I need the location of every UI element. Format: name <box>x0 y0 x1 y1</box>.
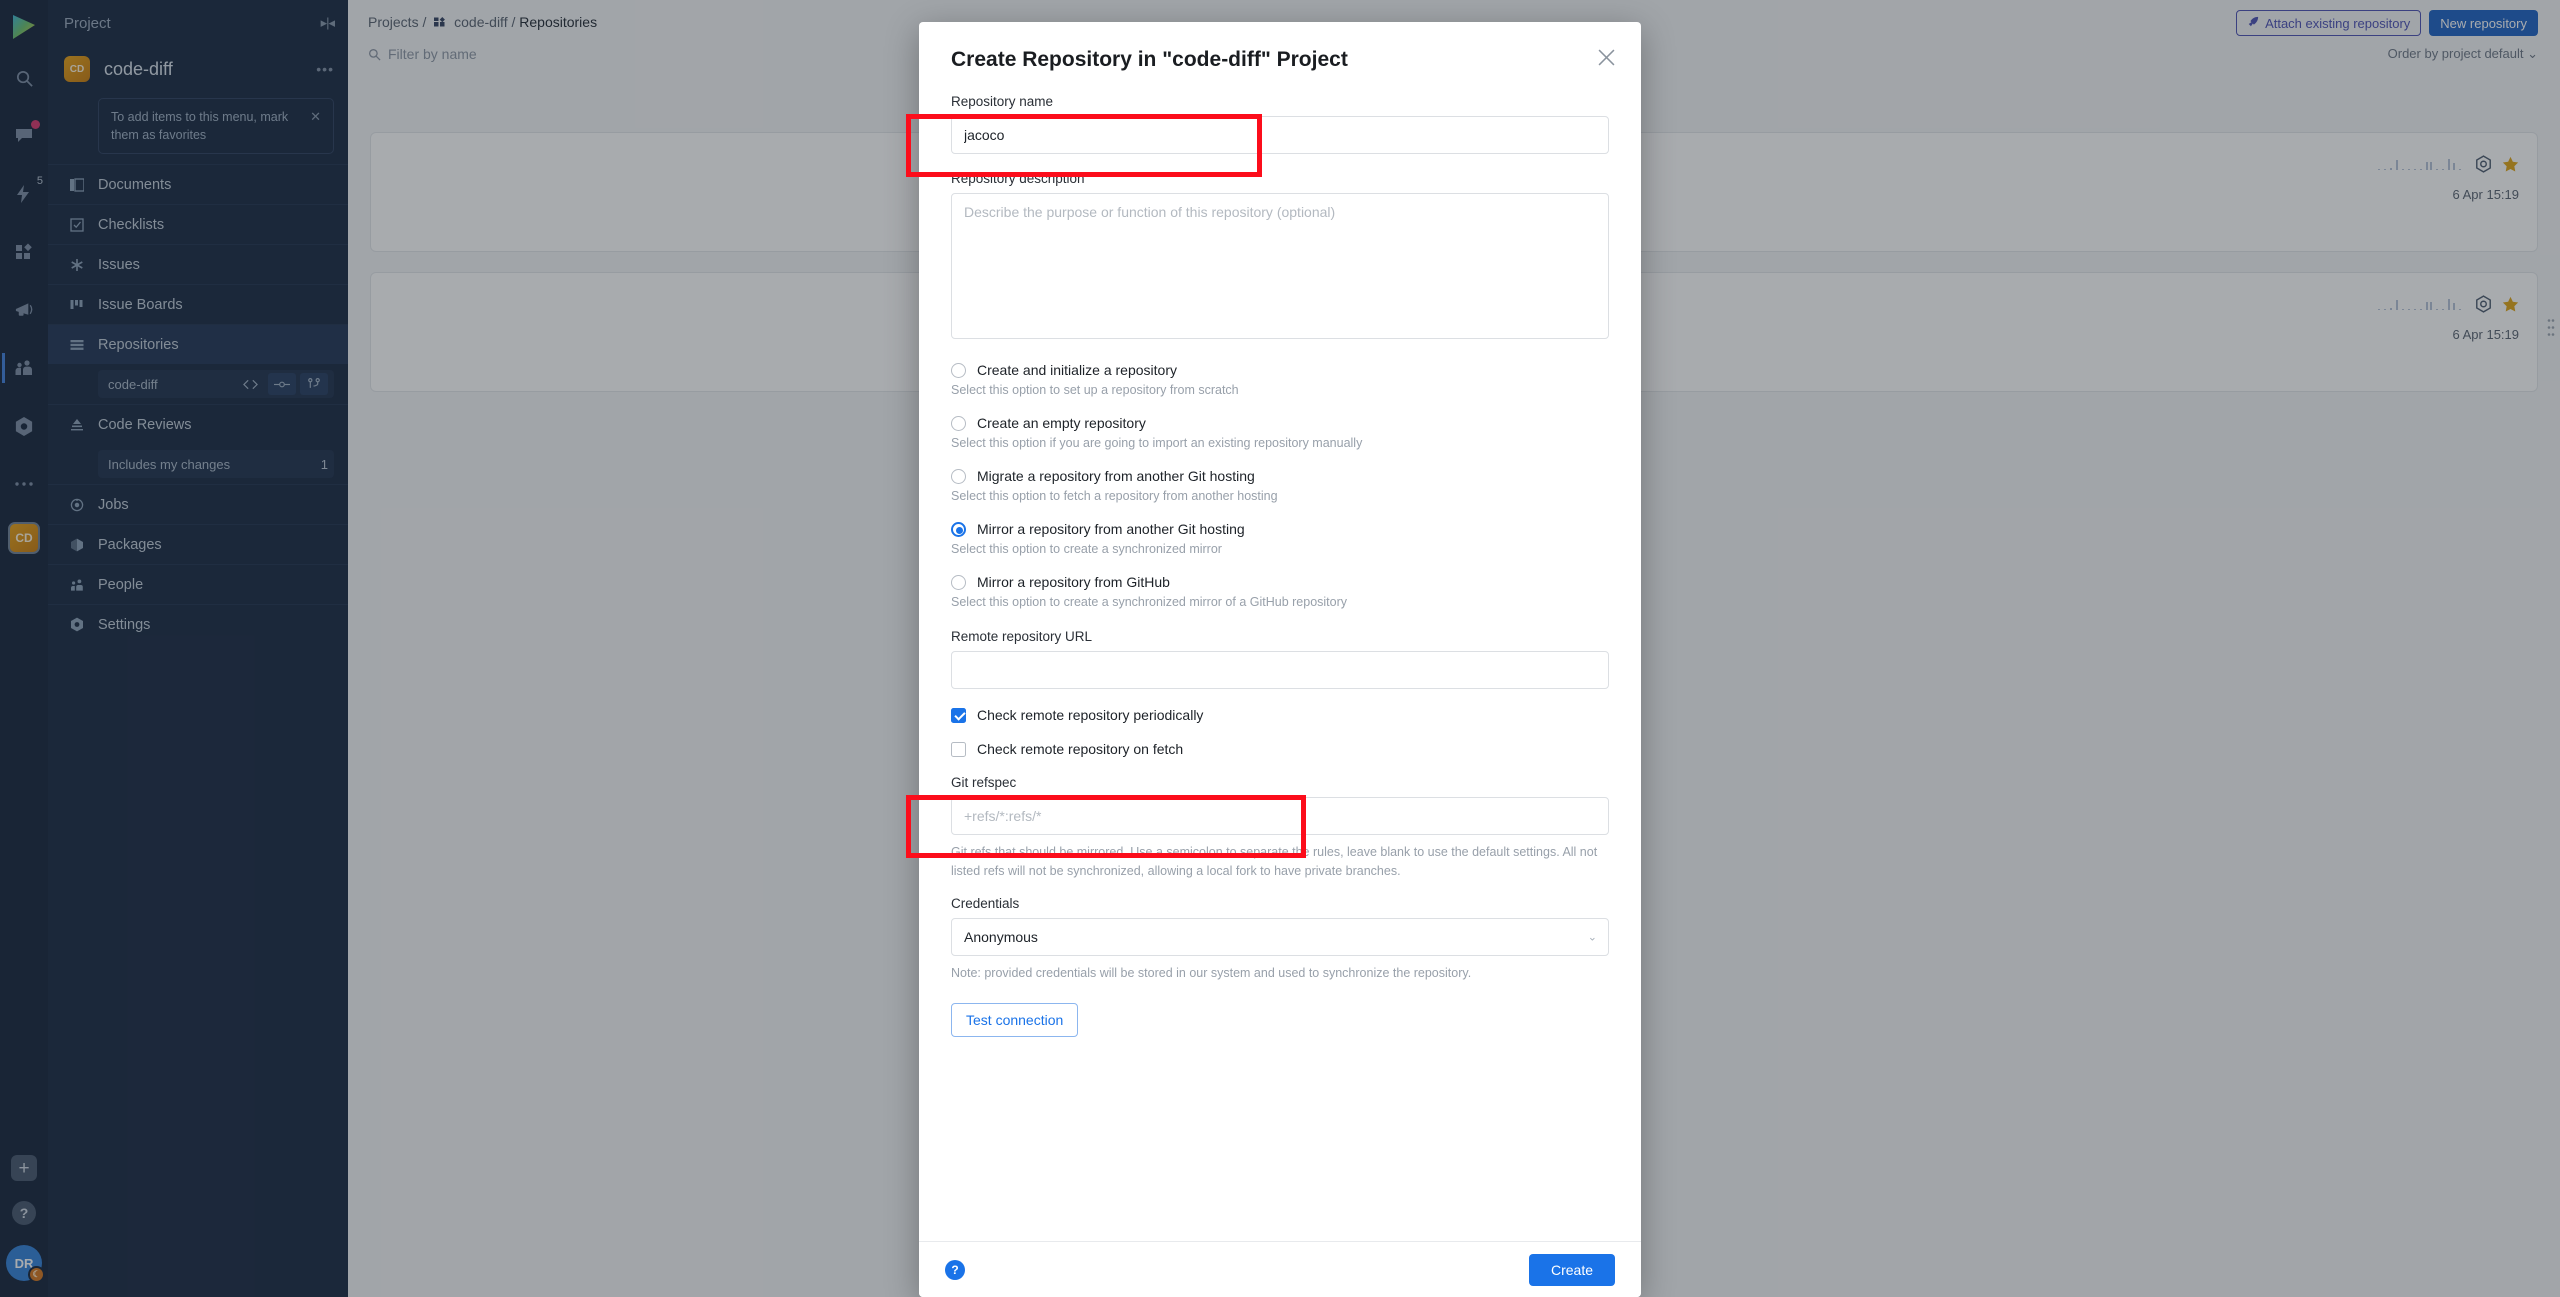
credentials-select-wrapper: ⌄ <box>951 917 1609 956</box>
help-icon[interactable]: ? <box>945 1259 965 1280</box>
check-on-fetch-label: Check remote repository on fetch <box>977 741 1184 757</box>
checkbox-icon[interactable] <box>951 741 966 757</box>
check-on-fetch-row[interactable]: Check remote repository on fetch <box>951 741 1609 757</box>
option-help-text: Select this option to create a synchroni… <box>951 542 1222 556</box>
repository-description-textarea[interactable] <box>951 193 1609 339</box>
dialog-body: Repository name Repository description C… <box>919 72 1641 1241</box>
option-help-text: Select this option if you are going to i… <box>951 436 1363 450</box>
option-label: Mirror a repository from GitHub <box>977 574 1170 590</box>
radio-icon[interactable] <box>951 574 966 590</box>
option-help-text: Select this option to fetch a repository… <box>951 489 1278 503</box>
dialog-footer: ? Create <box>919 1241 1641 1297</box>
radio-icon[interactable] <box>951 362 966 378</box>
radio-icon[interactable] <box>951 415 966 431</box>
create-repository-dialog: Create Repository in "code-diff" Project… <box>919 22 1641 1297</box>
radio-icon[interactable] <box>951 468 966 484</box>
option-mirror-repository[interactable]: Mirror a repository from another Git hos… <box>951 521 1609 537</box>
close-icon[interactable] <box>1593 44 1619 70</box>
git-refspec-help: Git refs that should be mirrored. Use a … <box>951 845 1598 879</box>
check-periodically-label: Check remote repository periodically <box>977 707 1204 723</box>
page-title: Create Repository in "code-diff" Project <box>951 48 1348 71</box>
git-refspec-label: Git refspec <box>951 775 1017 790</box>
test-connection-button[interactable]: Test connection <box>951 1003 1079 1038</box>
remote-repository-url-input[interactable] <box>951 651 1609 689</box>
option-label: Create an empty repository <box>977 415 1146 431</box>
repository-name-input[interactable] <box>951 116 1609 154</box>
app-root: 5 CD + ? DR ☾ Project ▸|◂ CD code-diff •… <box>0 0 2560 1297</box>
option-label: Mirror a repository from another Git hos… <box>977 521 1245 537</box>
checkbox-icon[interactable] <box>951 707 966 723</box>
credentials-label: Credentials <box>951 895 1020 911</box>
radio-icon[interactable] <box>951 521 966 537</box>
check-periodically-row[interactable]: Check remote repository periodically <box>951 707 1609 723</box>
option-help-text: Select this option to create a synchroni… <box>951 595 1348 609</box>
repository-name-label: Repository name <box>951 94 1054 109</box>
option-create-and-initialize[interactable]: Create and initialize a repository <box>951 362 1609 378</box>
git-refspec-input[interactable] <box>951 797 1609 835</box>
option-create-empty[interactable]: Create an empty repository <box>951 415 1609 431</box>
option-migrate-repository[interactable]: Migrate a repository from another Git ho… <box>951 468 1609 484</box>
repository-description-label: Repository description <box>951 171 1085 186</box>
option-help-text: Select this option to set up a repositor… <box>951 383 1239 397</box>
credentials-note: Note: provided credentials will be store… <box>951 965 1472 980</box>
option-label: Create and initialize a repository <box>977 362 1177 378</box>
create-button[interactable]: Create <box>1528 1253 1615 1286</box>
remote-repository-url-label: Remote repository URL <box>951 629 1093 644</box>
option-mirror-github[interactable]: Mirror a repository from GitHub <box>951 574 1609 590</box>
dialog-header: Create Repository in "code-diff" Project <box>919 22 1641 72</box>
credentials-select[interactable] <box>951 917 1609 956</box>
option-label: Migrate a repository from another Git ho… <box>977 468 1255 484</box>
